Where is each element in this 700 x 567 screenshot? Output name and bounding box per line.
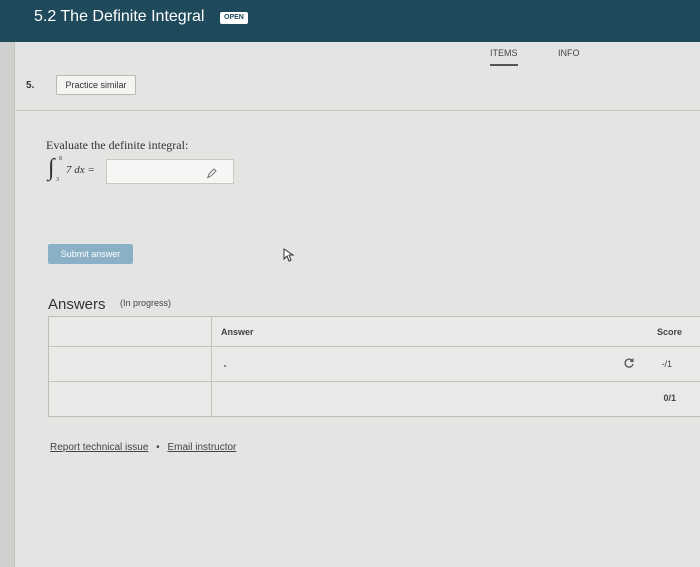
report-issue-link[interactable]: Report technical issue <box>50 442 148 453</box>
table-row-divider <box>49 381 700 382</box>
integral-expression: ∫ 8 3 7 dx = <box>48 155 108 187</box>
score-cell: 0/1 <box>663 393 676 403</box>
answer-cell <box>224 365 226 367</box>
score-cell: -/1 <box>661 359 672 369</box>
email-instructor-link[interactable]: Email instructor <box>167 442 236 453</box>
answers-status: (In progress) <box>120 298 172 308</box>
footer-separator: • <box>156 442 160 453</box>
table-row-divider <box>49 346 700 347</box>
integral-upper-limit: 8 <box>59 156 62 162</box>
integral-lower-limit: 3 <box>56 177 59 183</box>
open-badge: OPEN <box>220 12 248 24</box>
answers-table: Answer Score -/1 0/1 <box>48 316 700 417</box>
submit-answer-button[interactable]: Submit answer <box>48 244 133 264</box>
tab-info[interactable]: INFO <box>558 48 580 58</box>
answers-heading: Answers <box>48 296 106 313</box>
tab-items[interactable]: ITEMS <box>490 48 518 66</box>
integrand: 7 dx = <box>66 164 95 176</box>
column-header-score: Score <box>656 327 682 337</box>
question-prompt: Evaluate the definite integral: <box>46 138 189 152</box>
left-sidebar <box>0 42 15 567</box>
pencil-icon[interactable] <box>206 167 218 179</box>
footer-links: Report technical issue • Email instructo… <box>50 442 236 453</box>
divider <box>14 110 700 111</box>
top-bar: 5.2 The Definite Integral OPEN <box>0 0 700 42</box>
integral-sign-icon: ∫ <box>48 155 55 181</box>
mouse-cursor-icon <box>283 248 295 262</box>
retry-icon[interactable] <box>623 357 635 369</box>
page-title: 5.2 The Definite Integral <box>34 8 205 25</box>
practice-similar-button[interactable]: Practice similar <box>56 75 136 95</box>
table-column-divider <box>211 317 212 416</box>
question-number: 5. <box>26 80 35 91</box>
column-header-answer: Answer <box>221 327 254 337</box>
